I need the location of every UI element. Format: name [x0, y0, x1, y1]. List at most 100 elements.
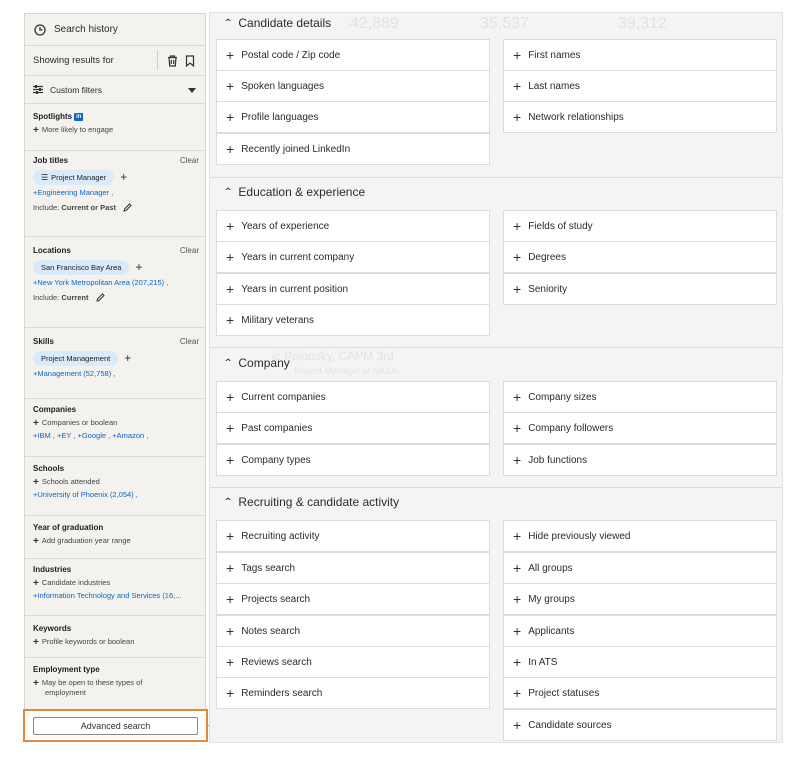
filter-option[interactable]: + Past companies	[216, 412, 490, 444]
job-title-pill[interactable]: ☰ Project Manager	[33, 170, 115, 185]
industries-item[interactable]: + Candidate industries	[33, 578, 199, 588]
employment-type-item[interactable]: + May be open to these types of employment	[33, 678, 199, 698]
clock-icon	[34, 23, 46, 36]
filter-option[interactable]: + Hide previously viewed	[503, 520, 777, 552]
filter-option[interactable]: + Last names	[503, 70, 777, 102]
clear-locations-button[interactable]: Clear	[180, 246, 199, 255]
year-of-graduation-item[interactable]: + Add graduation year range	[33, 536, 199, 546]
filter-option[interactable]: + In ATS	[503, 646, 777, 678]
filter-option[interactable]: + All groups	[503, 552, 777, 584]
filter-option[interactable]: + Candidate sources	[503, 709, 777, 741]
background-profile-role: Project Manager at NASA	[294, 366, 398, 376]
companies-item[interactable]: + Companies or boolean	[33, 418, 199, 428]
location-suggestion-link[interactable]: +New York Metropolitan Area (207,215) ,	[33, 278, 199, 287]
company-header[interactable]: ⌃ Company	[223, 356, 290, 370]
filter-option[interactable]: + Reminders search	[216, 677, 490, 709]
filter-option[interactable]: + Current companies	[216, 381, 490, 413]
filter-option[interactable]: + Notes search	[216, 615, 490, 647]
background-count: 42,889	[350, 15, 399, 32]
skill-pill[interactable]: Project Management	[33, 351, 119, 366]
location-pill[interactable]: San Francisco Bay Area	[33, 260, 130, 275]
education-experience-header[interactable]: ⌃ Education & experience	[223, 185, 365, 199]
add-skill-icon[interactable]: +	[124, 351, 131, 365]
plus-icon: +	[513, 717, 522, 733]
filter-option[interactable]: + Projects search	[216, 583, 490, 615]
location-include-row[interactable]: Include: Current	[33, 293, 199, 302]
skill-suggestion-link[interactable]: +Management (52,758) ,	[33, 369, 199, 378]
filter-option[interactable]: + Military veterans	[216, 304, 490, 336]
plus-icon: +	[226, 452, 235, 468]
pencil-icon[interactable]	[95, 293, 105, 302]
custom-filters-dropdown[interactable]: Custom filters	[25, 76, 205, 104]
plus-icon: +	[226, 281, 235, 297]
schools-suggestion-link[interactable]: +University of Phoenix (2,054) ,	[33, 490, 199, 499]
divider	[25, 657, 205, 658]
plus-icon: +	[33, 678, 39, 689]
filter-option[interactable]: + Spoken languages	[216, 70, 490, 102]
plus-icon: +	[513, 528, 522, 544]
add-location-icon[interactable]: +	[135, 260, 142, 274]
filter-option[interactable]: + Years of experience	[216, 210, 490, 242]
search-history-row[interactable]: Search history	[25, 14, 205, 46]
plus-icon: +	[226, 218, 235, 234]
pencil-icon[interactable]	[123, 203, 132, 212]
clear-skills-button[interactable]: Clear	[180, 337, 199, 346]
add-job-title-icon[interactable]: +	[120, 170, 127, 184]
year-of-graduation-title: Year of graduation	[33, 523, 104, 532]
plus-icon: +	[226, 560, 235, 576]
filter-option[interactable]: + Recently joined LinkedIn	[216, 133, 490, 165]
divider	[25, 558, 205, 559]
sliders-icon	[33, 85, 43, 94]
job-titles-title: Job titles	[33, 156, 69, 165]
keywords-section: Keywords + Profile keywords or boolean	[33, 624, 199, 647]
filter-option[interactable]: + Years in current position	[216, 273, 490, 305]
filter-option[interactable]: + Seniority	[503, 273, 777, 305]
filter-option[interactable]: + Fields of study	[503, 210, 777, 242]
filter-option[interactable]: + Applicants	[503, 615, 777, 647]
filter-option[interactable]: + Postal code / Zip code	[216, 39, 490, 71]
divider	[157, 50, 158, 70]
clear-job-titles-button[interactable]: Clear	[180, 156, 199, 165]
filter-option[interactable]: + Tags search	[216, 552, 490, 584]
bookmark-icon[interactable]	[185, 55, 195, 67]
plus-icon: +	[33, 125, 39, 136]
plus-icon: +	[33, 536, 39, 547]
filter-option[interactable]: + Degrees	[503, 241, 777, 273]
candidate-details-header[interactable]: ⌃ Candidate details	[223, 16, 331, 30]
recruiting-activity-header[interactable]: ⌃ Recruiting & candidate activity	[223, 495, 399, 509]
employment-type-title: Employment type	[33, 665, 100, 674]
filter-option[interactable]: + First names	[503, 39, 777, 71]
filter-option[interactable]: + Reviews search	[216, 646, 490, 678]
filter-option[interactable]: + Company sizes	[503, 381, 777, 413]
job-title-include-row[interactable]: Include: Current or Past	[33, 203, 199, 212]
filter-option[interactable]: + Years in current company	[216, 241, 490, 273]
filter-option[interactable]: + Recruiting activity	[216, 520, 490, 552]
keywords-item[interactable]: + Profile keywords or boolean	[33, 637, 199, 647]
divider	[210, 347, 782, 348]
plus-icon: +	[226, 312, 235, 328]
schools-item[interactable]: + Schools attended	[33, 477, 199, 487]
filter-option[interactable]: + Job functions	[503, 444, 777, 476]
trash-icon[interactable]	[167, 55, 178, 67]
chevron-up-icon: ⌃	[223, 496, 234, 508]
showing-results-row: Showing results for	[25, 46, 205, 76]
plus-icon: +	[226, 623, 235, 639]
spotlight-item[interactable]: + More likely to engage	[33, 125, 199, 135]
companies-suggestion-link[interactable]: +IBM , +EY , +Google , +Amazon ,	[33, 431, 199, 440]
divider	[25, 615, 205, 616]
filter-option[interactable]: + Company followers	[503, 412, 777, 444]
industries-suggestion-link[interactable]: +Information Technology and Services (16…	[33, 591, 199, 600]
filter-option[interactable]: + Profile languages	[216, 101, 490, 133]
advanced-search-button[interactable]: Advanced search	[33, 717, 198, 735]
spotlights-title: Spotlights	[33, 112, 73, 121]
filter-option[interactable]: + Project statuses	[503, 677, 777, 709]
filter-option[interactable]: + Network relationships	[503, 101, 777, 133]
year-of-graduation-section: Year of graduation + Add graduation year …	[33, 523, 199, 546]
divider	[25, 236, 205, 237]
plus-icon: +	[226, 528, 235, 544]
filter-option[interactable]: + My groups	[503, 583, 777, 615]
chevron-up-icon: ⌃	[223, 357, 234, 369]
plus-icon: +	[226, 591, 235, 607]
filter-option[interactable]: + Company types	[216, 444, 490, 476]
job-title-suggestion-link[interactable]: +Engineering Manager ,	[33, 188, 199, 197]
